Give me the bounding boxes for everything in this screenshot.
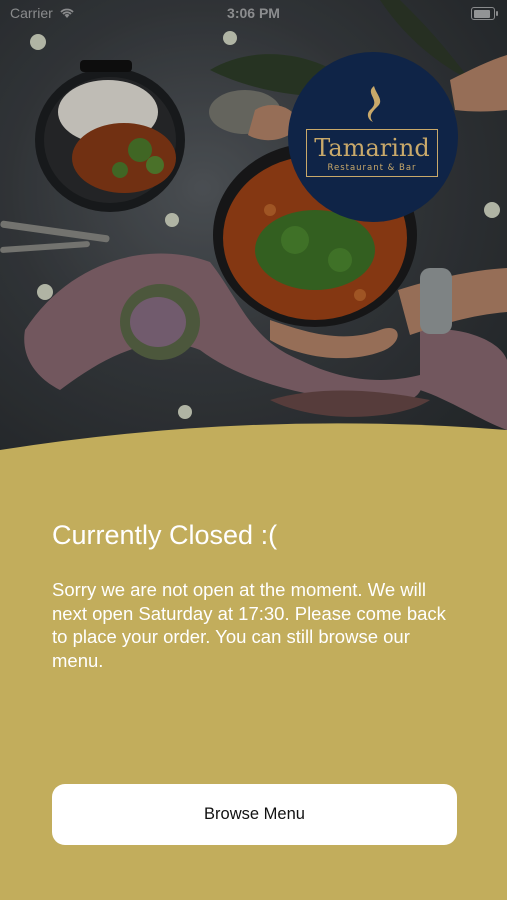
hero-food-image — [0, 0, 507, 470]
status-bar: Carrier 3:06 PM — [0, 0, 507, 26]
logo-name: Tamarind — [314, 134, 430, 162]
closed-title: Currently Closed :( — [52, 520, 278, 550]
browse-menu-button[interactable]: Browse Menu — [52, 784, 457, 845]
status-time: 3:06 PM — [227, 5, 280, 21]
flame-icon — [367, 86, 381, 122]
logo-subtitle: Restaurant & Bar — [327, 163, 417, 173]
battery-icon — [471, 7, 498, 20]
closed-message: Sorry we are not open at the moment. We … — [52, 579, 446, 671]
logo-wordmark: Tamarind Restaurant & Bar — [306, 129, 438, 177]
restaurant-logo: Tamarind Restaurant & Bar — [288, 52, 458, 222]
